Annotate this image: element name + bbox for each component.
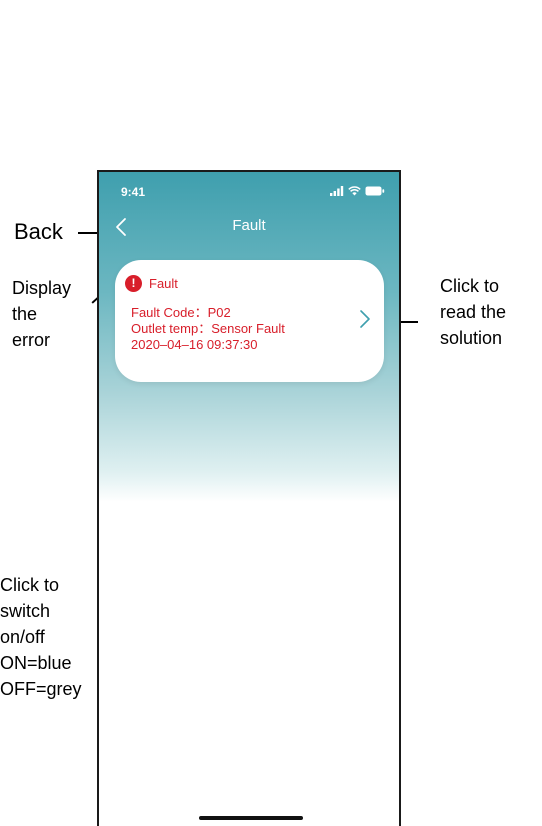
annotation-switch: Click to switch on/off ON=blue OFF=grey (0, 572, 96, 702)
annotation-line-text: Click to (440, 276, 500, 296)
annotation-display-error: Display the error (12, 275, 92, 353)
phone-screen: 9:41 Fault ! Fault Fault Code：P02 Outlet… (97, 170, 401, 826)
annotation-read-solution: Click to read the solution (440, 273, 540, 351)
fault-card-title: Fault (149, 276, 178, 291)
fault-card[interactable]: ! Fault Fault Code：P02 Outlet temp：Senso… (115, 260, 384, 382)
alert-icon: ! (125, 275, 142, 292)
status-icons (330, 186, 385, 196)
chevron-right-icon[interactable] (358, 308, 372, 330)
fault-description: Outlet temp：Sensor Fault (131, 321, 285, 336)
annotation-line-text: solution (440, 328, 503, 348)
annotation-line-text: Click to (0, 575, 60, 595)
annotation-line-text: OFF=grey (0, 679, 82, 699)
signal-icon (330, 186, 344, 196)
annotation-back: Back (14, 219, 63, 244)
annotation-line-text: error (12, 330, 51, 350)
fault-card-header: ! Fault (125, 275, 178, 292)
fault-timestamp: 2020–04–16 09:37:30 (131, 337, 258, 352)
page: Back Display the error Click to read the… (0, 0, 542, 826)
status-bar: 9:41 (99, 172, 399, 212)
page-title: Fault (232, 217, 266, 234)
wifi-icon (348, 186, 361, 196)
nav-bar: Fault (99, 212, 399, 242)
annotation-line-text: read the (440, 302, 507, 322)
status-time: 9:41 (121, 185, 146, 199)
battery-icon (365, 186, 385, 196)
annotation-line-text: switch (0, 601, 51, 621)
home-indicator[interactable] (199, 816, 303, 820)
annotation-line-text: on/off (0, 627, 45, 647)
annotation-line-text: ON=blue (0, 653, 72, 673)
fault-code: Fault Code：P02 (131, 305, 231, 320)
fault-details: Fault Code：P02 Outlet temp：Sensor Fault … (131, 305, 285, 353)
annotation-line-text: the (12, 304, 38, 324)
annotation-line-text: Display (12, 278, 72, 298)
